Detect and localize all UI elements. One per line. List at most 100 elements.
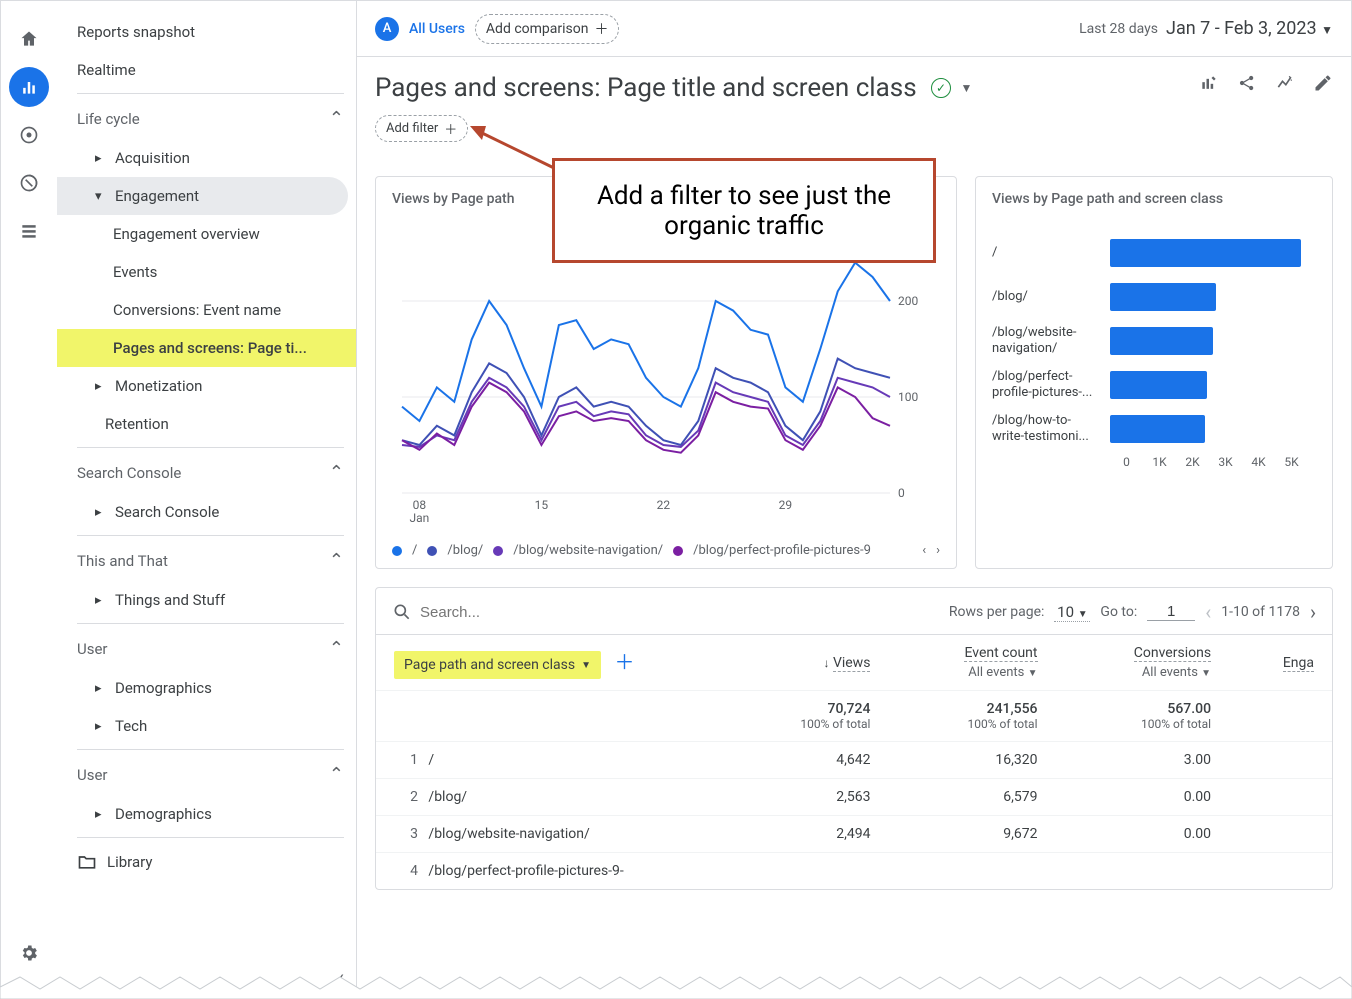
nav-rail <box>1 1 57 997</box>
goto-input[interactable] <box>1147 603 1195 621</box>
prev-page-icon[interactable]: ‹ <box>1205 600 1211 624</box>
sidebar-item-engagement[interactable]: ▾Engagement <box>57 177 348 215</box>
svg-text:0: 0 <box>898 486 905 500</box>
annotation-arrow-icon <box>468 118 568 188</box>
bar-fill <box>1110 239 1301 267</box>
legend-dot <box>493 546 503 556</box>
svg-text:29: 29 <box>779 498 793 512</box>
legend-label[interactable]: /blog/website-navigation/ <box>513 543 663 558</box>
table-row[interactable]: 4 /blog/perfect-profile-pictures-9- <box>376 853 1332 890</box>
table-totals-row: 70,724100% of total 241,556100% of total… <box>376 691 1332 742</box>
sidebar-section-user[interactable]: User⌃ <box>57 624 356 669</box>
sidebar-item-things-stuff[interactable]: ▸Things and Stuff <box>57 581 356 619</box>
legend-next-icon[interactable]: › <box>936 543 940 558</box>
chevron-down-icon: ▼ <box>1321 23 1333 37</box>
sidebar-item-retention[interactable]: Retention <box>57 405 356 443</box>
annotation-callout: Add a filter to see just the organic tra… <box>552 158 936 263</box>
table-row[interactable]: 2 /blog/ 2,5636,5790.00 <box>376 779 1332 816</box>
sidebar-item-demographics[interactable]: ▸Demographics <box>57 669 356 707</box>
sidebar-library[interactable]: Library <box>57 838 356 886</box>
bar-fill <box>1110 283 1216 311</box>
sidebar-item-search-console[interactable]: ▸Search Console <box>57 493 356 531</box>
sidebar-section-user2[interactable]: User⌃ <box>57 750 356 795</box>
col-views[interactable]: ↓ Views <box>726 635 888 691</box>
chevron-up-icon: ⌃ <box>329 108 344 129</box>
bar-fill <box>1110 327 1213 355</box>
legend-prev-icon[interactable]: ‹ <box>922 543 926 558</box>
share-icon[interactable] <box>1237 73 1257 97</box>
title-dropdown[interactable]: ▼ <box>961 81 973 95</box>
svg-text:08: 08 <box>413 498 427 512</box>
svg-text:22: 22 <box>657 498 671 512</box>
rows-per-page-label: Rows per page: <box>949 604 1044 620</box>
sidebar-section-this-that[interactable]: This and That⌃ <box>57 536 356 581</box>
sidebar: Reports snapshot Realtime Life cycle⌃ ▸A… <box>57 1 357 997</box>
bar-label: /blog/ <box>992 289 1110 305</box>
table-row[interactable]: 1 / 4,64216,3203.00 <box>376 742 1332 779</box>
table-row[interactable]: 3 /blog/website-navigation/ 2,4949,6720.… <box>376 816 1332 853</box>
page-range: 1-10 of 1178 <box>1221 604 1300 620</box>
collapse-sidebar-icon[interactable]: ‹ <box>338 965 344 989</box>
sidebar-section-search-console[interactable]: Search Console⌃ <box>57 448 356 493</box>
add-comparison-button[interactable]: Add comparison ＋ <box>475 14 620 44</box>
svg-text:15: 15 <box>535 498 549 512</box>
bar-chart-card: Views by Page path and screen class //bl… <box>975 176 1333 569</box>
configure-icon[interactable] <box>9 211 49 251</box>
bar-row: /blog/perfect-profile-pictures-... <box>992 363 1316 407</box>
dimension-picker[interactable]: Page path and screen class ▼ <box>394 651 601 679</box>
customize-report-icon[interactable] <box>1199 73 1219 97</box>
svg-text:200: 200 <box>898 294 918 308</box>
legend-label[interactable]: /blog/ <box>447 543 483 558</box>
goto-label: Go to: <box>1100 604 1137 620</box>
sidebar-item-acquisition[interactable]: ▸Acquisition <box>57 139 356 177</box>
sidebar-item-monetization[interactable]: ▸Monetization <box>57 367 356 405</box>
search-input[interactable] <box>420 604 540 621</box>
bar-label: /blog/perfect-profile-pictures-... <box>992 369 1110 400</box>
last-days-label: Last 28 days <box>1079 21 1158 37</box>
bar-row: /blog/website-navigation/ <box>992 319 1316 363</box>
legend-dot <box>392 546 402 556</box>
advertising-icon[interactable] <box>9 163 49 203</box>
legend-label[interactable]: / <box>412 543 417 558</box>
sidebar-item-snapshot[interactable]: Reports snapshot <box>57 13 356 51</box>
reports-icon[interactable] <box>9 67 49 107</box>
svg-text:100: 100 <box>898 390 918 404</box>
bar-row: / <box>992 231 1316 275</box>
legend-label[interactable]: /blog/perfect-profile-pictures-9 <box>693 543 871 558</box>
edit-icon[interactable] <box>1313 73 1333 97</box>
settings-icon[interactable] <box>9 933 49 973</box>
col-engagement[interactable]: Enga <box>1229 635 1332 691</box>
sidebar-item-pages-screens[interactable]: Pages and screens: Page ti... <box>57 329 356 367</box>
sidebar-item-demographics2[interactable]: ▸Demographics <box>57 795 356 833</box>
sidebar-item-realtime[interactable]: Realtime <box>57 51 356 89</box>
folder-icon <box>77 852 97 872</box>
sidebar-item-engagement-overview[interactable]: Engagement overview <box>57 215 356 253</box>
legend-dot <box>427 546 437 556</box>
next-page-icon[interactable]: › <box>1310 600 1316 624</box>
table-card: Rows per page: 10 ▼ Go to: ‹ 1-10 of 117… <box>375 587 1333 890</box>
explore-icon[interactable] <box>9 115 49 155</box>
rows-per-page-select[interactable]: 10 ▼ <box>1054 603 1090 622</box>
add-filter-button[interactable]: Add filter ＋ <box>375 115 468 142</box>
bar-row: /blog/how-to-write-testimoni... <box>992 407 1316 451</box>
plus-icon: ＋ <box>444 119 457 138</box>
sidebar-item-conversions[interactable]: Conversions: Event name <box>57 291 356 329</box>
col-event-count[interactable]: Event count All events ▼ <box>888 635 1055 691</box>
insights-icon[interactable] <box>1275 73 1295 97</box>
plus-icon: ＋ <box>594 19 608 39</box>
add-dimension-button[interactable]: ＋ <box>615 650 635 674</box>
line-chart-legend: / /blog/ /blog/website-navigation/ /blog/pe… <box>392 543 940 558</box>
col-conversions[interactable]: Conversions All events ▼ <box>1056 635 1230 691</box>
bar-label: / <box>992 245 1110 261</box>
home-icon[interactable] <box>9 19 49 59</box>
bar-fill <box>1110 371 1207 399</box>
date-range-picker[interactable]: Jan 7 - Feb 3, 2023 ▼ <box>1166 18 1333 39</box>
sidebar-section-lifecycle[interactable]: Life cycle⌃ <box>57 94 356 139</box>
segment-all-users[interactable]: All Users <box>409 21 465 37</box>
bar-row: /blog/ <box>992 275 1316 319</box>
verified-icon: ✓ <box>931 78 951 98</box>
sidebar-item-tech[interactable]: ▸Tech <box>57 707 356 745</box>
bar-label: /blog/website-navigation/ <box>992 325 1110 356</box>
sidebar-item-events[interactable]: Events <box>57 253 356 291</box>
bar-label: /blog/how-to-write-testimoni... <box>992 413 1110 444</box>
